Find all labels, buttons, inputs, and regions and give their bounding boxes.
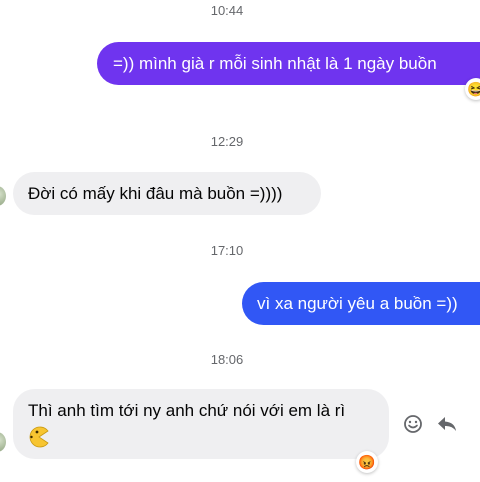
message-text: vì xa người yêu a buồn =)) xyxy=(257,294,458,313)
timestamp: 18:06 xyxy=(210,352,244,367)
pacman-sticker xyxy=(28,426,389,448)
message-text: Thì anh tìm tới ny anh chứ nói với em là… xyxy=(28,401,346,420)
avatar[interactable] xyxy=(0,186,6,206)
incoming-message[interactable]: Đời có mấy khi đâu mà buồn =)))) xyxy=(13,172,321,215)
message-text: =)) mình già r mỗi sinh nhật là 1 ngày b… xyxy=(113,54,437,73)
pacman-icon xyxy=(29,426,49,448)
reaction-badge[interactable]: 😆 xyxy=(465,78,480,100)
smiley-icon xyxy=(404,415,422,433)
emoji-react-button[interactable] xyxy=(402,413,424,435)
timestamp: 10:44 xyxy=(210,3,244,18)
outgoing-message[interactable]: vì xa người yêu a buồn =)) xyxy=(242,282,480,325)
message-text: Đời có mấy khi đâu mà buồn =)))) xyxy=(28,184,283,203)
timestamp: 12:29 xyxy=(210,134,244,149)
avatar[interactable] xyxy=(0,432,6,452)
reaction-badge[interactable]: 😡 xyxy=(356,451,378,473)
incoming-message[interactable]: Thì anh tìm tới ny anh chứ nói với em là… xyxy=(13,389,389,459)
outgoing-message[interactable]: =)) mình già r mỗi sinh nhật là 1 ngày b… xyxy=(97,42,480,85)
reply-button[interactable] xyxy=(436,413,458,435)
timestamp: 17:10 xyxy=(210,243,244,258)
angry-emoji-icon: 😡 xyxy=(358,454,376,470)
reply-icon xyxy=(438,417,456,431)
laughing-emoji-icon: 😆 xyxy=(467,81,480,97)
